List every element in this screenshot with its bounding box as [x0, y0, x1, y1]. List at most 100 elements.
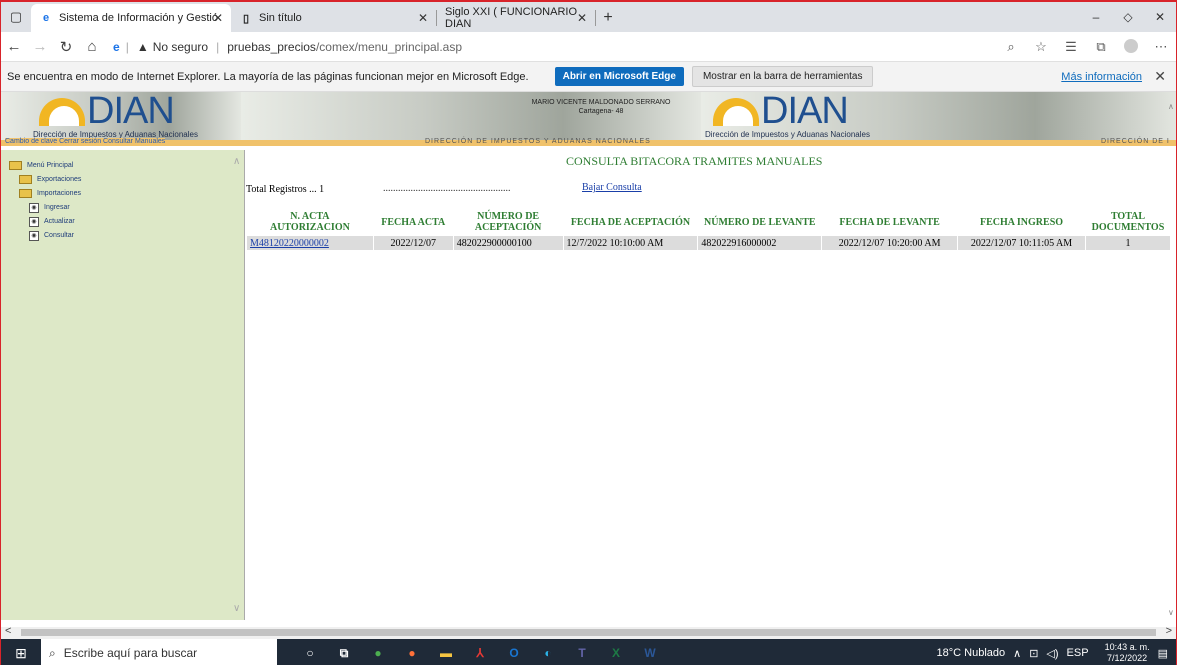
menu-item-importaciones[interactable]: Importaciones — [19, 188, 81, 199]
menu-root[interactable]: Menú Principal — [9, 160, 81, 171]
sidebar-scrollbar[interactable]: ∧ ∨ — [231, 150, 245, 620]
show-in-toolbar-button[interactable]: Mostrar en la barra de herramientas — [691, 66, 874, 87]
scroll-down-icon[interactable]: ∨ — [1168, 608, 1174, 617]
taskbar-search[interactable]: ⌕ Escribe aquí para buscar — [41, 639, 277, 665]
main-scrollbar[interactable]: ∧ ∨ — [1168, 102, 1176, 622]
column-header: N. ACTA AUTORIZACION — [246, 208, 374, 236]
scroll-up-icon[interactable]: ∧ — [233, 156, 240, 167]
tab-title: Sin título — [259, 12, 302, 24]
folder-open-icon — [19, 189, 32, 198]
close-icon[interactable]: ✕ — [577, 11, 587, 25]
close-icon[interactable]: ✕ — [418, 11, 428, 25]
more-info-link[interactable]: Más información — [1061, 71, 1142, 83]
column-header: NÚMERO DE LEVANTE — [697, 208, 823, 236]
dian-logo: DIAN — [39, 92, 175, 130]
scroll-right-icon[interactable]: > — [1166, 625, 1172, 637]
header-links[interactable]: Cambio de clave Cerrar sesión Consultar … — [5, 138, 166, 145]
close-icon[interactable]: ✕ — [213, 11, 223, 25]
new-tab-button[interactable]: + — [596, 4, 620, 32]
acta-link[interactable]: M48120220000002 — [250, 238, 329, 249]
acrobat-icon[interactable]: ⅄ — [463, 639, 497, 665]
column-header: FECHA DE ACEPTACIÓN — [562, 208, 699, 236]
sidebar-menu: Menú Principal Exportaciones Importacion… — [1, 150, 245, 620]
refresh-icon[interactable]: ↻ — [53, 34, 79, 60]
edge-icon[interactable]: ◐ — [531, 639, 565, 665]
ie-mode-infobar: Se encuentra en modo de Internet Explore… — [1, 62, 1176, 92]
scroll-up-icon[interactable]: ∧ — [1168, 102, 1174, 111]
more-icon[interactable]: ⋯ — [1146, 39, 1176, 55]
volume-icon[interactable]: ◁) — [1046, 647, 1058, 660]
tray-chevron-icon[interactable]: ∧ — [1013, 647, 1021, 660]
menu-item-exportaciones[interactable]: Exportaciones — [19, 174, 81, 185]
window-controls: – ◇ ✕ — [1080, 2, 1176, 32]
cortana-icon[interactable]: ○ — [293, 639, 327, 665]
zoom-icon[interactable]: ⌕ — [996, 39, 1026, 55]
back-icon[interactable]: ← — [1, 34, 27, 60]
restore-icon[interactable]: ◇ — [1112, 2, 1144, 32]
table-cell: 12/7/2022 10:10:00 AM — [562, 235, 699, 251]
acta-cell[interactable]: M48120220000002 — [246, 235, 374, 251]
menu-item-actualizar[interactable]: ◉ Actualizar — [29, 216, 81, 227]
language-indicator[interactable]: ESP — [1067, 647, 1089, 659]
tab-title: Sistema de Información y Gestió — [59, 12, 218, 24]
header-watermark: DIRECCIÓN DE IMPUESTOS Y ADUANAS NACIONA… — [425, 138, 651, 145]
security-label[interactable]: No seguro — [153, 40, 208, 54]
page-icon: ▯ — [242, 12, 250, 25]
page-icon: ◉ — [29, 216, 39, 227]
favorite-star-icon[interactable]: ☆ — [1026, 39, 1056, 55]
word-icon[interactable]: W — [633, 639, 667, 665]
page-title: CONSULTA BITACORA TRAMITES MANUALES — [566, 154, 823, 168]
chrome-icon[interactable]: ● — [361, 639, 395, 665]
minimize-icon[interactable]: – — [1080, 2, 1112, 32]
windows-start-icon[interactable]: ⊞ — [1, 639, 41, 665]
menu-item-consultar[interactable]: ◉ Consultar — [29, 230, 81, 241]
scroll-thumb[interactable] — [21, 629, 1156, 636]
dian-logo: DIAN — [713, 92, 849, 130]
favorites-icon[interactable]: ☰ — [1056, 39, 1086, 55]
network-icon[interactable]: ⊡ — [1029, 647, 1038, 660]
collections-icon[interactable]: ⧉ — [1086, 39, 1116, 55]
tab-sin-titulo[interactable]: ▯ Sin título ✕ — [231, 4, 436, 32]
table-header-row: N. ACTA AUTORIZACION FECHA ACTA NÚMERO D… — [246, 208, 1172, 236]
menu-item-ingresar[interactable]: ◉ Ingresar — [29, 202, 81, 213]
close-window-icon[interactable]: ✕ — [1144, 2, 1176, 32]
tab-title: Siglo XXI ( FUNCIONARIO DIAN — [445, 6, 578, 30]
profile-avatar[interactable] — [1116, 38, 1146, 56]
firefox-icon[interactable]: ● — [395, 639, 429, 665]
page-header: DIAN Dirección de Impuestos y Aduanas Na… — [1, 92, 1176, 150]
url-field[interactable]: e | ▲ No seguro | pruebas_precios /comex… — [113, 40, 462, 54]
taskbar-apps: ○ ⧉ ● ● ▬ ⅄ O ◐ T X W — [293, 639, 667, 665]
close-icon[interactable]: ✕ — [1154, 68, 1166, 85]
table-cell: 2022/12/07 10:11:05 AM — [957, 235, 1086, 251]
search-placeholder: Escribe aquí para buscar — [63, 646, 198, 660]
tab-siglo-xxi[interactable]: Siglo XXI ( FUNCIONARIO DIAN ✕ — [437, 4, 595, 32]
open-in-edge-button[interactable]: Abrir en Microsoft Edge — [554, 67, 684, 86]
column-header: FECHA INGRESO — [957, 208, 1086, 236]
menu-tree: Menú Principal Exportaciones Importacion… — [9, 160, 81, 244]
tab-sistema[interactable]: e Sistema de Información y Gestió ✕ — [31, 4, 231, 32]
clock[interactable]: 10:43 a. m. 7/12/2022 — [1105, 642, 1150, 664]
folder-icon — [19, 175, 32, 184]
notifications-icon[interactable]: ▤ — [1158, 647, 1168, 660]
horizontal-scrollbar[interactable]: < > — [1, 625, 1176, 639]
weather-widget[interactable]: 18°C Nublado — [937, 647, 1006, 659]
download-link[interactable]: Bajar Consulta — [582, 182, 642, 193]
forward-icon[interactable]: → — [27, 34, 53, 60]
table-cell: 1 — [1084, 235, 1172, 251]
excel-icon[interactable]: X — [599, 639, 633, 665]
scroll-left-icon[interactable]: < — [5, 625, 11, 637]
url-path: /comex/menu_principal.asp — [315, 39, 463, 54]
table-cell: 2022/12/07 10:20:00 AM — [821, 235, 959, 251]
home-icon[interactable]: ⌂ — [79, 34, 105, 60]
teams-icon[interactable]: T — [565, 639, 599, 665]
system-tray: 18°C Nublado ∧ ⊡ ◁) ESP 10:43 a. m. 7/12… — [937, 639, 1176, 665]
dots-separator: ........................................… — [383, 183, 511, 194]
table-cell: 482022916000002 — [697, 235, 823, 251]
task-view-icon[interactable]: ⧉ — [327, 639, 361, 665]
outlook-icon[interactable]: O — [497, 639, 531, 665]
file-explorer-icon[interactable]: ▬ — [429, 639, 463, 665]
tab-actions-icon[interactable]: ▢ — [1, 2, 31, 32]
warning-icon[interactable]: ▲ — [137, 40, 149, 54]
scroll-down-icon[interactable]: ∨ — [233, 603, 240, 614]
ie-mode-icon[interactable]: e — [113, 40, 120, 54]
